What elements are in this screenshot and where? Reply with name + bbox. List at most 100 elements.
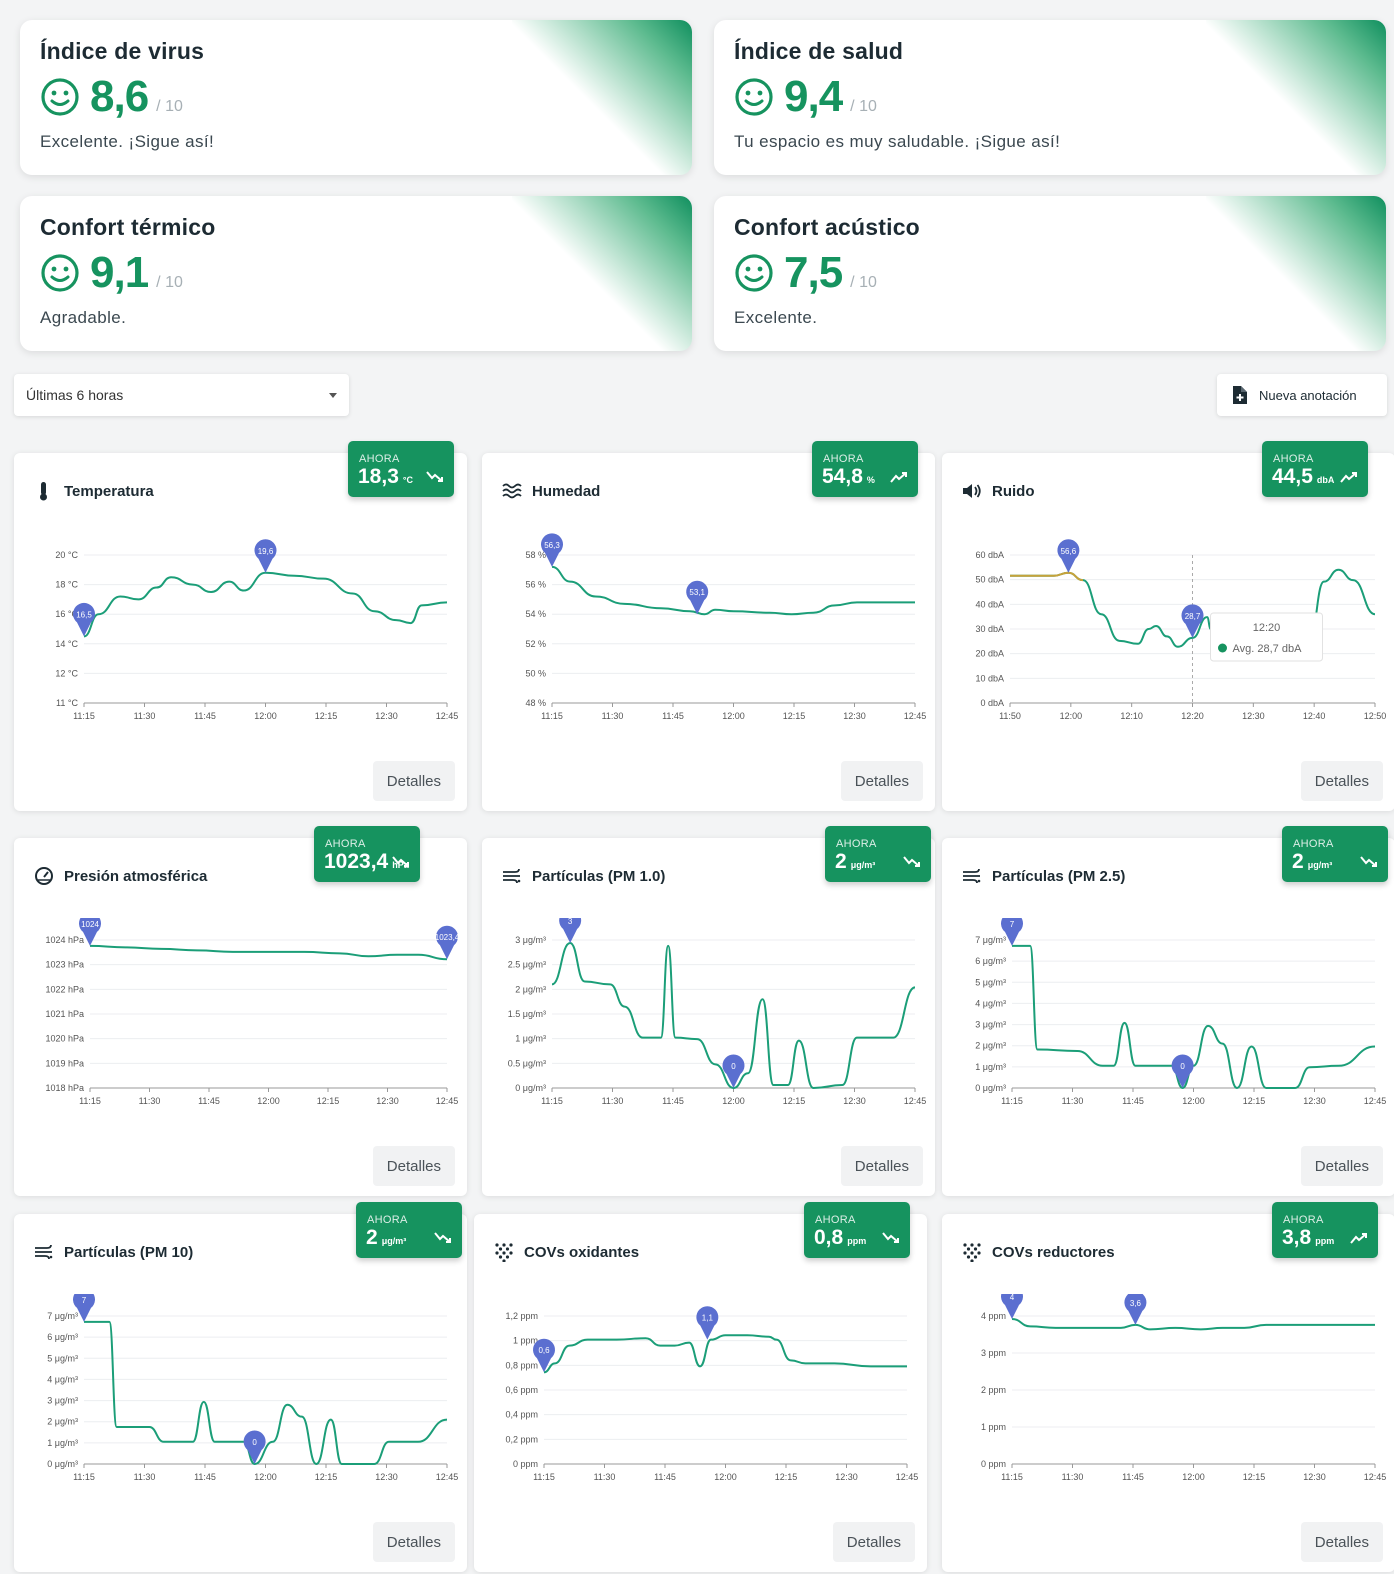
score-value: 7,5 [784,248,843,297]
score-title: Índice de virus [40,38,205,64]
x-tick-label: 12:00 [1060,711,1083,721]
y-tick-label: 60 dbA [975,550,1004,560]
marker-label: 1,1 [702,1314,714,1323]
humidity-icon [502,483,522,499]
now-value: 44,5 dbA [1272,465,1335,488]
trend-down-icon [1360,856,1377,867]
y-tick-label: 1 μg/m³ [515,1034,546,1044]
y-tick-label: 48 % [525,698,546,708]
marker-label: 1023,4 [435,933,460,942]
now-unit: °C [402,475,413,485]
now-label: AHORA [1283,1214,1324,1226]
x-tick-label: 12:30 [1303,1472,1326,1482]
y-tick-label: 10 dbA [975,673,1004,683]
x-tick-label: 11:30 [594,1472,616,1482]
now-badge: AHORA 0,8 ppm [804,1202,910,1258]
smiley-icon [41,254,79,292]
score-title: Confort térmico [40,214,216,240]
now-badge: AHORA 2 μg/m³ [356,1202,462,1258]
now-unit: μg/m³ [850,860,876,870]
x-tick-label: 12:00 [254,1472,277,1482]
tooltip-time: 12:20 [1253,622,1281,634]
card-gradient [512,196,692,351]
chart-plot: 3 μg/m³ 2.5 μg/m³ 2 μg/m³ 1.5 μg/m³ 1 μg/m³ 0… [508,918,926,1106]
chart-card-pm10: Partículas (PM 10) AHORA 2 μg/m³ 7 μg/m³ 6 μg… [14,1202,467,1572]
x-tick-label: 11:30 [602,711,624,721]
now-value: 2 μg/m³ [1292,850,1333,873]
chart-plot: 7 μg/m³ 6 μg/m³ 5 μg/m³ 4 μg/m³ 3 μg/m³ 2 μg/… [975,918,1386,1106]
x-tick-label: 11:15 [541,1096,563,1106]
card-gradient [512,20,692,175]
x-tick-label: 12:00 [722,1096,745,1106]
new-annotation-button[interactable]: Nueva anotación [1217,374,1387,416]
y-tick-label: 40 dbA [975,599,1004,609]
series-line [1011,1317,1375,1331]
thermometer-icon [40,482,47,501]
details-button[interactable]: Detalles [372,761,455,801]
value-marker: 3,6 [1124,1294,1147,1325]
now-label: AHORA [325,838,366,850]
particles-wind-icon [503,868,521,884]
details-button[interactable]: Detalles [840,761,923,801]
x-tick-label: 12:00 [1182,1472,1205,1482]
time-range-select[interactable]: Últimas 6 horas [14,374,349,416]
y-tick-label: 1022 hPa [45,984,84,994]
details-button[interactable]: Detalles [372,1146,455,1186]
now-unit: ppm [847,1236,867,1246]
chart-title-text: Ruido [992,482,1035,500]
score-title: Índice de salud [734,38,904,64]
file-add-icon [1233,386,1247,404]
chart-title: Partículas (PM 10) [34,1242,193,1262]
marker-label: 0 [1180,1062,1185,1071]
y-tick-label: 56 % [525,580,546,590]
y-tick-label: 2.5 μg/m³ [508,960,546,970]
y-tick-label: 14 °C [55,639,78,649]
details-button[interactable]: Detalles [372,1522,455,1562]
now-unit: μg/m³ [1307,860,1333,870]
y-tick-label: 50 dbA [975,575,1004,585]
x-tick-label: 11:30 [602,1096,624,1106]
score-card-acoustic: Confort acústico 7,5 / 10 Excelente. [714,196,1386,351]
x-tick-label: 12:30 [1242,711,1265,721]
y-tick-label: 2 μg/m³ [515,984,546,994]
details-button[interactable]: Detalles [1300,1146,1383,1186]
chart-card-press: Presión atmosférica AHORA 1023,4 hPa 1024 hP… [14,826,467,1196]
y-tick-label: 1 μg/m³ [47,1438,78,1448]
x-tick-label: 11:45 [194,1472,216,1482]
details-button[interactable]: Detalles [1300,761,1383,801]
y-tick-label: 0 μg/m³ [515,1083,546,1093]
details-button[interactable]: Detalles [1300,1522,1383,1562]
marker-label: 4 [1010,1294,1015,1302]
y-tick-label: 4 μg/m³ [975,998,1006,1008]
x-tick-label: 11:30 [1062,1472,1084,1482]
x-tick-label: 12:15 [315,1472,338,1482]
y-tick-label: 3 μg/m³ [515,935,546,945]
score-description: Excelente. ¡Sigue así! [40,132,215,151]
y-tick-label: 50 % [525,668,546,678]
x-tick-label: 11:30 [134,711,156,721]
value-marker: 19,6 [254,539,277,573]
now-unit: ppm [1315,1236,1335,1246]
chart-title: Ruido [962,481,1035,501]
y-tick-label: 0.5 μg/m³ [508,1058,546,1068]
y-tick-label: 2 μg/m³ [975,1041,1006,1051]
x-tick-label: 12:45 [1364,1472,1387,1482]
dots-icon [495,1243,513,1262]
now-badge: AHORA 1023,4 hPa [314,826,420,882]
y-tick-label: 1018 hPa [45,1083,84,1093]
x-tick-label: 12:50 [1364,711,1387,721]
details-button[interactable]: Detalles [832,1522,915,1562]
dots-icon [963,1243,981,1262]
trend-down-icon [882,1232,899,1243]
chart-plot: 20 °C18 °C16 °C14 °C12 °C11 °C11:15 11:30… [55,539,458,721]
chart-title-text: Partículas (PM 1.0) [532,867,666,885]
x-tick-label: 11:45 [662,1096,684,1106]
y-tick-label: 54 % [525,609,546,619]
chart-title: COVs oxidantes [494,1242,639,1262]
x-tick-label: 12:30 [843,711,866,721]
chart-title-text: Presión atmosférica [64,867,208,885]
marker-label: 16,5 [76,610,92,619]
now-badge: AHORA 3,8 ppm [1272,1202,1378,1258]
marker-label: 19,6 [258,547,274,556]
details-button[interactable]: Detalles [840,1146,923,1186]
